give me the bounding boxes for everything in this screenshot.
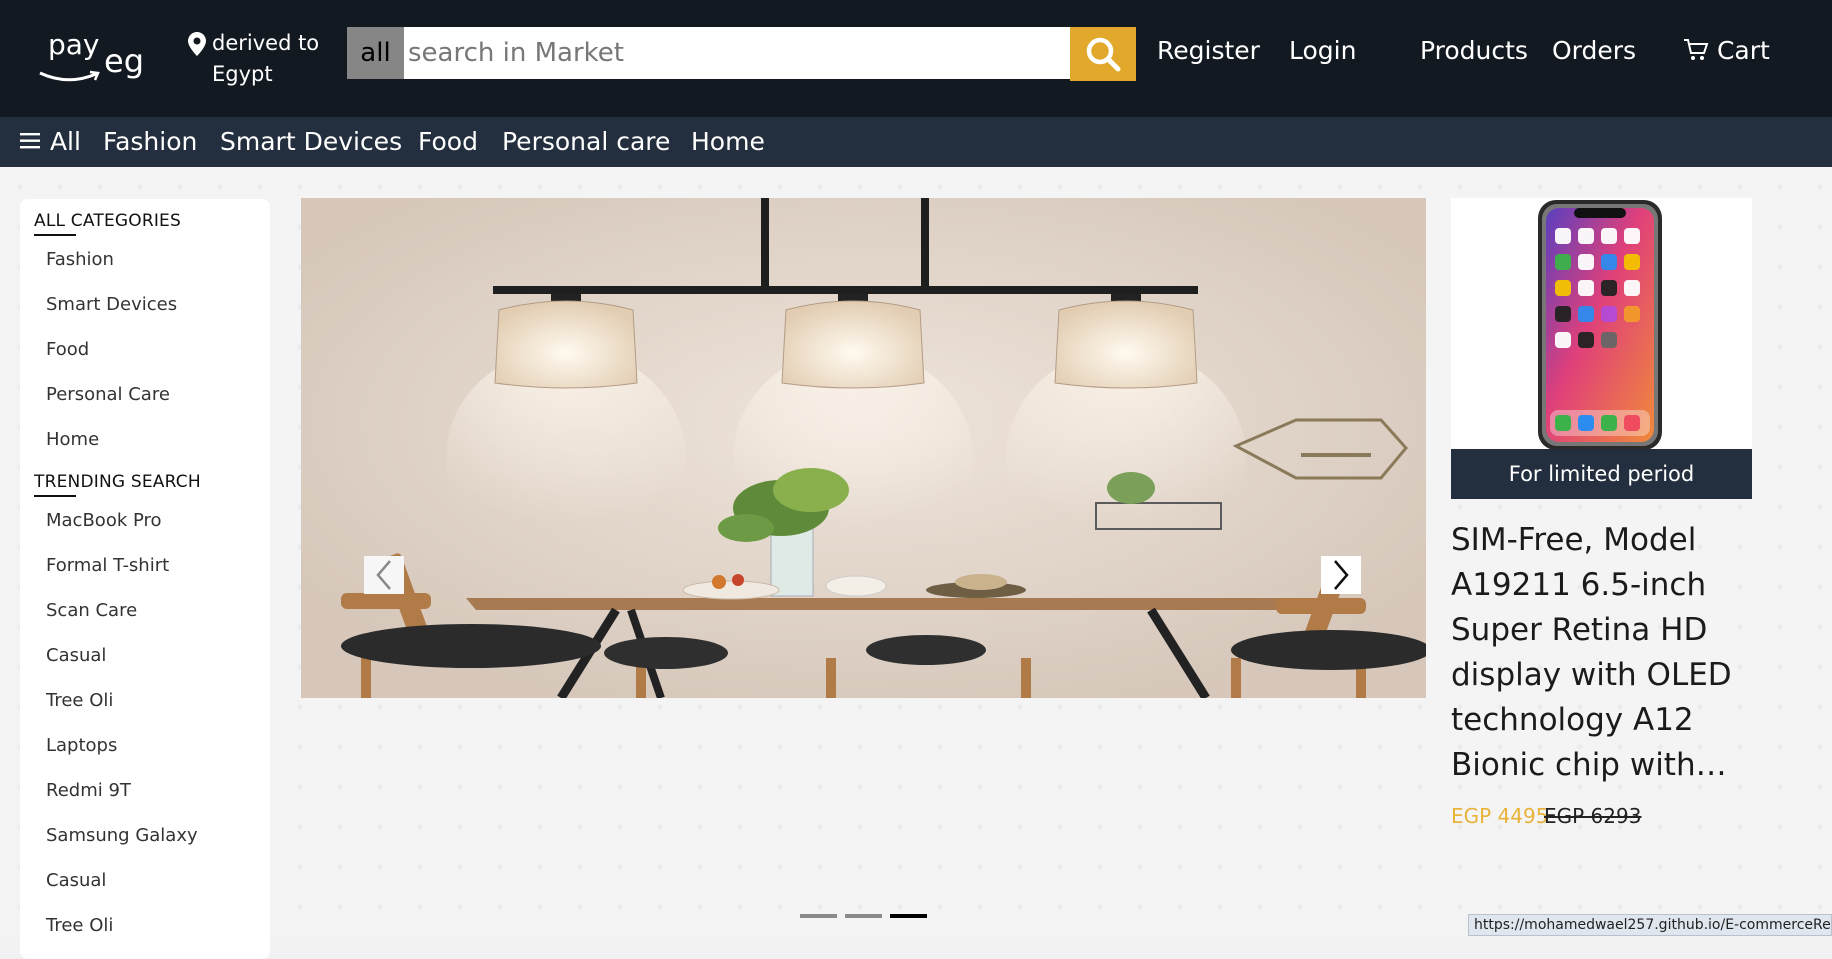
logo-smile-icon xyxy=(39,70,100,82)
sidebar-category-personal-care[interactable]: Personal Care xyxy=(46,384,170,405)
slider-prev-button[interactable] xyxy=(364,556,404,594)
trending-item[interactable]: Formal T-shirt xyxy=(46,555,169,576)
all-label: All xyxy=(49,127,81,156)
hero-slider[interactable] xyxy=(301,198,1426,698)
chevron-left-icon xyxy=(376,560,391,590)
slider-dot[interactable] xyxy=(800,914,837,918)
search-bar: all xyxy=(347,27,1136,81)
sidebar-category-food[interactable]: Food xyxy=(46,339,89,360)
trending-item[interactable]: Samsung Galaxy xyxy=(46,825,198,846)
trending-item[interactable]: Tree Oli xyxy=(46,690,113,711)
logo-pay: pay xyxy=(48,28,100,61)
orders-link[interactable]: Orders xyxy=(1552,36,1636,65)
deliver-line1: derived to xyxy=(212,31,320,55)
site-logo[interactable]: pay eg xyxy=(38,28,158,88)
search-button[interactable] xyxy=(1070,27,1136,81)
status-bar-url: https://mohamedwael257.github.io/E-comme… xyxy=(1468,914,1832,936)
promo-price-original: EGP 6293 xyxy=(1544,804,1642,828)
trending-item[interactable]: Tree Oli xyxy=(46,915,113,936)
slider-next-button[interactable] xyxy=(1321,556,1361,594)
subnav-fashion[interactable]: Fashion xyxy=(103,127,197,156)
chevron-right-icon xyxy=(1334,560,1349,590)
promo-price-current: EGP 4495 xyxy=(1451,804,1549,828)
hamburger-icon xyxy=(20,133,40,149)
cart-label: Cart xyxy=(1716,36,1770,65)
sidebar-category-fashion[interactable]: Fashion xyxy=(46,249,114,270)
logo-eg: eg xyxy=(104,42,144,80)
cart-link[interactable]: Cart xyxy=(1683,36,1770,65)
trending-heading: TRENDING SEARCH xyxy=(34,472,201,497)
sidebar-category-home[interactable]: Home xyxy=(46,429,99,450)
slider-dot-active[interactable] xyxy=(890,914,927,918)
trending-item[interactable]: MacBook Pro xyxy=(46,510,162,531)
promo-product-title[interactable]: SIM-Free, Model A19211 6.5-inch Super Re… xyxy=(1451,518,1751,788)
subnav-smart-devices[interactable]: Smart Devices xyxy=(220,127,402,156)
sidebar-category-smart-devices[interactable]: Smart Devices xyxy=(46,294,177,315)
all-menu-button[interactable]: All xyxy=(20,127,81,156)
top-header: pay eg derived to Egypt all Register Log… xyxy=(0,0,1832,117)
categories-heading: ALL CATEGORIES xyxy=(34,211,181,236)
trending-item[interactable]: Casual xyxy=(46,870,106,891)
trending-item[interactable]: Laptops xyxy=(46,735,117,756)
subnav-personal-care[interactable]: Personal care xyxy=(502,127,670,156)
phone-image xyxy=(1538,200,1662,450)
subnav-home[interactable]: Home xyxy=(691,127,765,156)
trending-item[interactable]: Redmi 9T xyxy=(46,780,131,801)
deliver-line2: Egypt xyxy=(212,62,273,86)
register-link[interactable]: Register xyxy=(1157,36,1260,65)
trending-item[interactable]: Scan Care xyxy=(46,600,137,621)
cart-icon xyxy=(1684,39,1709,60)
slider-dot[interactable] xyxy=(845,914,882,918)
promo-banner: For limited period xyxy=(1451,449,1752,499)
search-input[interactable] xyxy=(404,27,1070,79)
slide-image-dining-room xyxy=(301,198,1426,698)
trending-item[interactable]: Casual xyxy=(46,645,106,666)
sidebar: ALL CATEGORIES Fashion Smart Devices Foo… xyxy=(20,199,270,959)
category-nav: All Fashion Smart Devices Food Personal … xyxy=(0,117,1832,167)
login-link[interactable]: Login xyxy=(1289,36,1356,65)
subnav-food[interactable]: Food xyxy=(418,127,478,156)
search-icon xyxy=(1086,37,1121,72)
products-link[interactable]: Products xyxy=(1420,36,1528,65)
search-category-select[interactable]: all xyxy=(347,27,404,79)
location-pin-icon xyxy=(188,32,206,56)
